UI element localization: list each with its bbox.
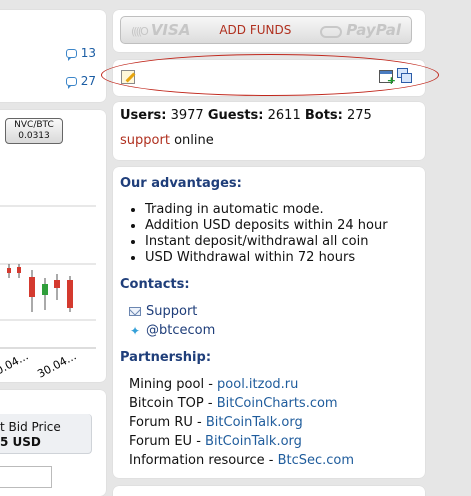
partner-label: Forum EU - — [129, 434, 206, 449]
comment-count-1[interactable]: 13 — [65, 46, 96, 61]
next-panel — [113, 486, 425, 496]
candle — [29, 277, 35, 297]
twitter-handle: @btcecom — [146, 323, 216, 338]
chart-date-label: 30.04... — [0, 349, 30, 380]
support-contact[interactable]: Support — [129, 304, 197, 319]
online-stats: Users: 3977 Guests: 2611 Bots: 275 — [120, 108, 372, 123]
partner-row: Mining pool - pool.itzod.ru — [129, 377, 298, 392]
paypal-logo-text: PayPal — [346, 21, 401, 39]
support-status: support online — [120, 133, 214, 148]
advantage-item: USD Withdrawal within 72 hours — [145, 250, 388, 266]
pair-rate-badge[interactable]: NVC/BTC 0.0313 — [5, 118, 63, 144]
pair-rate: 0.0313 — [18, 131, 50, 141]
support-contact-label: Support — [146, 304, 198, 319]
partner-label: Bitcoin TOP - — [129, 396, 217, 411]
visa-logo-text: VISA — [150, 21, 191, 39]
bid-price-box: t Bid Price 5 USD — [0, 414, 92, 454]
left-news-panel: 13 27 — [0, 10, 106, 102]
add-funds-label: ADD FUNDS — [219, 23, 292, 37]
bid-price-label: t Bid Price — [0, 420, 61, 434]
users-count: 3977 — [170, 108, 204, 123]
comment-count-2[interactable]: 27 — [65, 74, 96, 89]
partner-row: Forum EU - BitCoinTalk.org — [129, 434, 302, 449]
partner-link[interactable]: BitCoinTalk.org — [205, 434, 302, 449]
info-panel: Our advantages: Trading in automatic mod… — [113, 167, 425, 478]
advantages-title: Our advantages: — [120, 176, 242, 191]
add-window-icon[interactable] — [379, 70, 396, 87]
partner-label: Forum RU - — [129, 415, 206, 430]
comment-icon — [65, 48, 77, 61]
advantage-item: Addition USD deposits within 24 hour — [145, 218, 388, 234]
candle — [7, 268, 11, 273]
guests-count: 2611 — [267, 108, 301, 123]
partner-link[interactable]: BtcSec.com — [278, 453, 354, 468]
candle — [54, 280, 60, 288]
twitter-contact[interactable]: ✦ @btcecom — [129, 323, 215, 338]
toolbar-panel — [101, 54, 439, 96]
funds-panel: ((((O VISA ADD FUNDS PayPal — [113, 10, 425, 52]
candlestick-chart: 30.04... 30.04... — [0, 205, 96, 381]
guests-label: Guests: — [207, 108, 264, 123]
partner-row: Forum RU - BitCoinTalk.org — [129, 415, 303, 430]
twitter-icon: ✦ — [129, 323, 141, 338]
partner-row: Bitcoin TOP - BitCoinCharts.com — [129, 396, 338, 411]
order-amount-input[interactable] — [0, 466, 52, 488]
left-chart-panel: NVC/BTC 0.0313 30.04... 30.04... — [0, 110, 106, 382]
users-label: Users: — [120, 108, 167, 123]
card-rings-icon: ((((O — [131, 25, 149, 38]
candle — [17, 267, 21, 273]
windows-icon[interactable] — [397, 68, 413, 84]
chart-date-label: 30.04... — [35, 349, 78, 380]
pair-name: NVC/BTC — [14, 120, 54, 130]
partner-row: Information resource - BtcSec.com — [129, 453, 354, 468]
comment-count-value: 27 — [80, 74, 96, 88]
online-stats-panel: Users: 3977 Guests: 2611 Bots: 275 suppo… — [113, 102, 425, 160]
edit-icon[interactable] — [121, 70, 135, 84]
advantage-item: Instant deposit/withdrawal all coin — [145, 234, 388, 250]
support-link[interactable]: support — [120, 133, 170, 148]
partner-link[interactable]: pool.itzod.ru — [217, 377, 298, 392]
visa-logo: ((((O VISA — [131, 21, 190, 39]
comment-count-value: 13 — [80, 46, 96, 60]
candle — [42, 284, 48, 295]
support-status-text: online — [174, 133, 214, 148]
comment-icon — [65, 76, 77, 89]
partnership-title: Partnership: — [120, 350, 212, 365]
partner-link[interactable]: BitCoinTalk.org — [206, 415, 303, 430]
bots-count: 275 — [347, 108, 372, 123]
advantage-item: Trading in automatic mode. — [145, 202, 388, 218]
bots-label: Bots: — [304, 108, 343, 123]
bid-price-value: 5 USD — [0, 435, 41, 449]
partner-link[interactable]: BitCoinCharts.com — [217, 396, 338, 411]
paypal-logo: PayPal — [320, 21, 401, 39]
add-funds-button[interactable]: ((((O VISA ADD FUNDS PayPal — [120, 16, 412, 44]
advantages-list: Trading in automatic mode. Addition USD … — [145, 202, 388, 266]
partner-label: Information resource - — [129, 453, 278, 468]
mail-icon — [129, 307, 141, 316]
candle — [67, 280, 73, 308]
mastercard-icon — [320, 25, 343, 38]
partner-label: Mining pool - — [129, 377, 218, 392]
contacts-title: Contacts: — [120, 277, 190, 292]
left-order-panel: t Bid Price 5 USD — [0, 390, 106, 496]
